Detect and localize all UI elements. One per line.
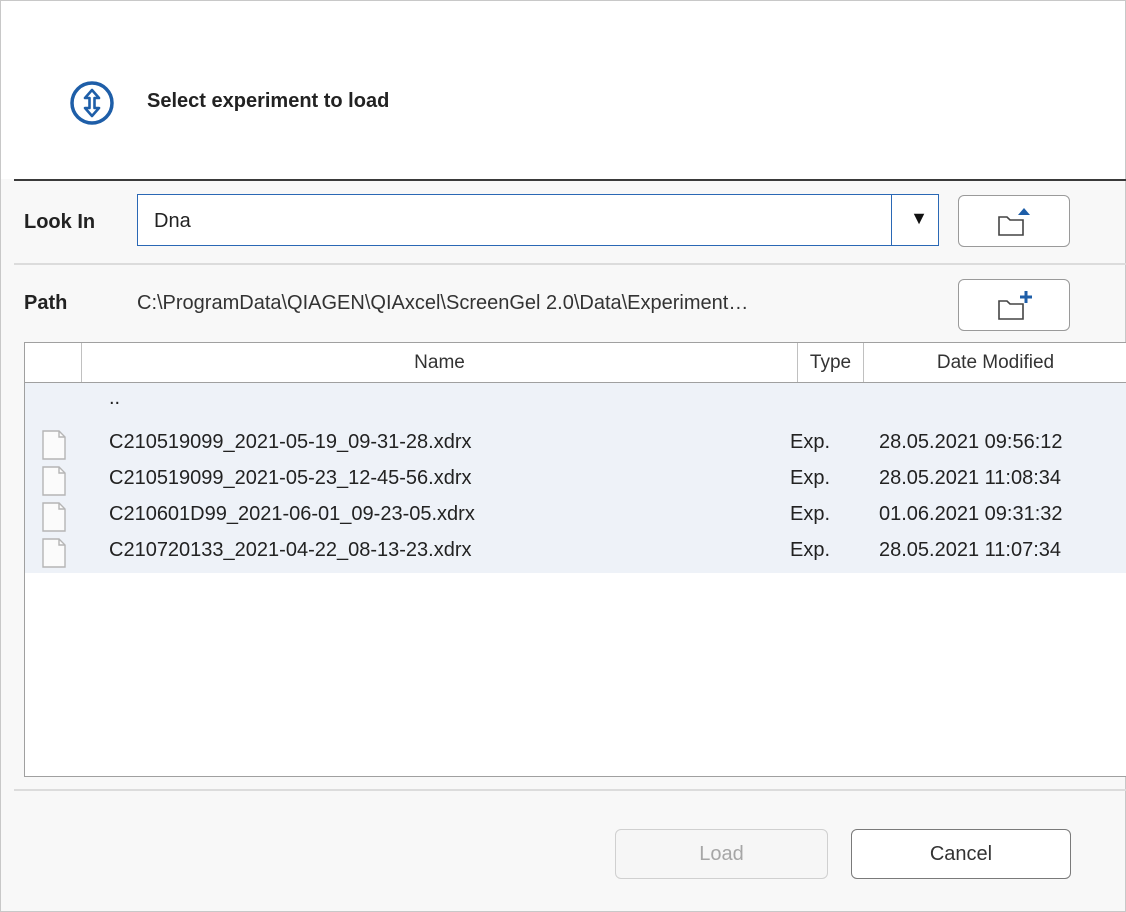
dialog-title: Select experiment to load (147, 90, 390, 112)
file-icon (42, 430, 66, 460)
look-in-value: Dna (154, 210, 191, 232)
file-type: Exp. (790, 431, 831, 453)
footer-divider (14, 789, 1126, 791)
up-down-arrows-icon (70, 81, 114, 125)
path-label: Path (24, 292, 68, 314)
file-date-modified: 01.06.2021 09:31:32 (879, 503, 1063, 525)
table-body: .. C210519099_2021-05-19_09-31-28.xdrx E… (25, 383, 1126, 573)
dialog-header: Select experiment to load (1, 1, 1125, 179)
file-type: Exp. (790, 503, 831, 525)
header-divider (14, 179, 1126, 181)
new-folder-button[interactable] (958, 279, 1070, 331)
file-name: C210519099_2021-05-19_09-31-28.xdrx (109, 431, 472, 453)
parent-folder-row[interactable]: .. (25, 387, 1126, 423)
file-icon (42, 538, 66, 568)
file-date-modified: 28.05.2021 11:08:34 (879, 467, 1062, 489)
parent-folder-label: .. (109, 387, 121, 409)
load-button[interactable]: Load (615, 829, 828, 879)
column-header-date-modified[interactable]: Date Modified (864, 343, 1126, 382)
file-name: C210601D99_2021-06-01_09-23-05.xdrx (109, 503, 475, 525)
up-folder-button[interactable] (958, 195, 1070, 247)
table-row[interactable]: C210519099_2021-05-19_09-31-28.xdrx Exp.… (25, 425, 1126, 461)
section-divider (14, 263, 1126, 265)
column-header-name[interactable]: Name (82, 343, 798, 382)
file-list-table[interactable]: Name Type Date Modified .. C210519099_20… (24, 342, 1126, 777)
path-value: C:\ProgramData\QIAGEN\QIAxcel\ScreenGel … (137, 292, 749, 314)
table-row[interactable]: C210519099_2021-05-23_12-45-56.xdrx Exp.… (25, 461, 1126, 497)
table-row[interactable]: C210720133_2021-04-22_08-13-23.xdrx Exp.… (25, 533, 1126, 569)
column-header-icon[interactable] (25, 343, 82, 382)
file-name: C210720133_2021-04-22_08-13-23.xdrx (109, 539, 472, 561)
load-experiment-dialog: Select experiment to load Look In Dna ▼ … (0, 0, 1126, 912)
dropdown-separator (891, 195, 892, 245)
folder-up-icon (998, 208, 1030, 236)
dropdown-arrow-icon[interactable]: ▼ (910, 208, 928, 229)
folder-add-icon (998, 291, 1032, 320)
file-type: Exp. (790, 539, 831, 561)
look-in-dropdown[interactable]: Dna ▼ (137, 194, 939, 246)
file-type: Exp. (790, 467, 831, 489)
look-in-label: Look In (24, 211, 96, 233)
file-date-modified: 28.05.2021 09:56:12 (879, 431, 1063, 453)
cancel-button[interactable]: Cancel (851, 829, 1071, 879)
table-row[interactable]: C210601D99_2021-06-01_09-23-05.xdrx Exp.… (25, 497, 1126, 533)
file-icon (42, 502, 66, 532)
file-icon (42, 466, 66, 496)
file-date-modified: 28.05.2021 11:07:34 (879, 539, 1062, 561)
table-header: Name Type Date Modified (25, 343, 1126, 383)
file-name: C210519099_2021-05-23_12-45-56.xdrx (109, 467, 472, 489)
column-header-type[interactable]: Type (798, 343, 864, 382)
